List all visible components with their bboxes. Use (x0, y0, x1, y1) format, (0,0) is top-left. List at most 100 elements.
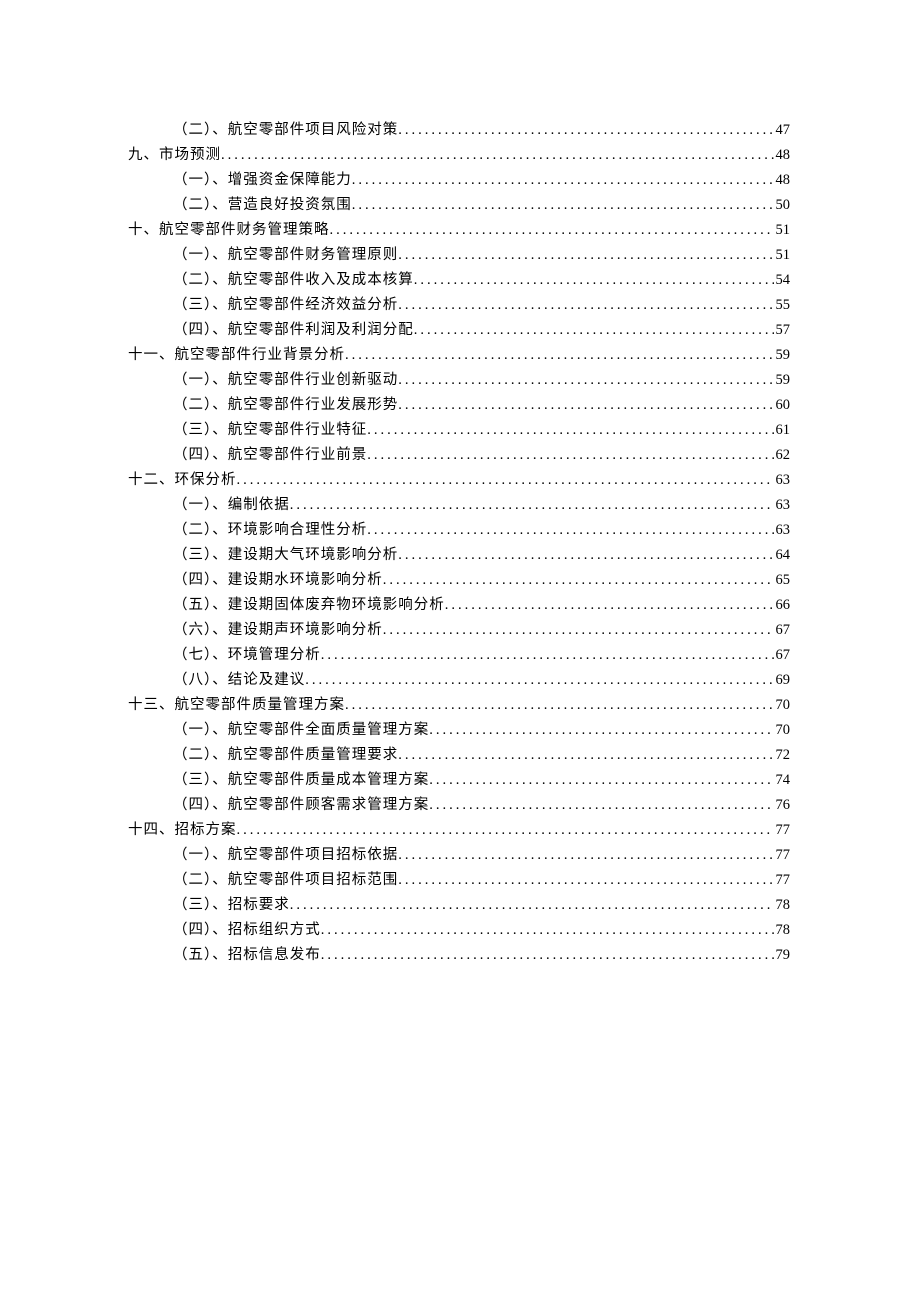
toc-entry: （一）、航空零部件项目招标依据77 (173, 843, 790, 868)
toc-entry-label: （四）、建设期水环境影响分析 (173, 568, 383, 593)
toc-entry-label: （三）、招标要求 (173, 893, 290, 918)
toc-entry-label: 十一、航空零部件行业背景分析 (128, 343, 345, 368)
toc-entry-label: （三）、建设期大气环境影响分析 (173, 543, 398, 568)
toc-entry-label: （八）、结论及建议 (173, 668, 305, 693)
toc-entry-page: 62 (774, 443, 791, 468)
toc-entry-label: （一）、航空零部件全面质量管理方案 (173, 718, 429, 743)
toc-entry: （六）、建设期声环境影响分析 67 (173, 618, 790, 643)
toc-dot-leader (352, 193, 774, 218)
toc-entry-label: （四）、招标组织方式 (173, 918, 321, 943)
toc-entry-page: 61 (774, 418, 791, 443)
toc-entry-page: 51 (774, 218, 791, 243)
toc-entry-page: 67 (774, 618, 791, 643)
toc-entry-label: （一）、增强资金保障能力 (173, 168, 352, 193)
toc-entry-page: 64 (774, 543, 791, 568)
toc-entry: 十、航空零部件财务管理策略51 (128, 218, 790, 243)
toc-entry-label: 九、市场预测 (128, 143, 221, 168)
toc-entry-page: 70 (774, 718, 791, 743)
toc-dot-leader (398, 868, 773, 893)
toc-entry: （七）、环境管理分析 67 (173, 643, 790, 668)
toc-entry-label: （五）、招标信息发布 (173, 943, 321, 968)
toc-entry-label: （二）、航空零部件行业发展形势 (173, 393, 398, 418)
toc-entry: （五）、招标信息发布 79 (173, 943, 790, 968)
toc-entry-page: 55 (774, 293, 791, 318)
toc-entry-page: 63 (774, 518, 791, 543)
toc-entry-label: （六）、建设期声环境影响分析 (173, 618, 383, 643)
toc-entry: （一）、航空零部件行业创新驱动59 (173, 368, 790, 393)
toc-dot-leader (367, 443, 773, 468)
toc-dot-leader (445, 593, 774, 618)
toc-entry-label: （一）、航空零部件行业创新驱动 (173, 368, 398, 393)
toc-entry-page: 54 (774, 268, 791, 293)
toc-entry: （三）、航空零部件质量成本管理方案 74 (173, 768, 790, 793)
toc-entry: 十二、环保分析 63 (128, 468, 790, 493)
toc-entry: （二）、航空零部件质量管理要求 72 (173, 743, 790, 768)
toc-dot-leader (321, 943, 774, 968)
toc-entry-page: 48 (774, 143, 791, 168)
toc-entry-page: 67 (774, 643, 791, 668)
table-of-contents: （二）、航空零部件项目风险对策47九、市场预测48（一）、增强资金保障能力48（… (128, 118, 790, 968)
toc-dot-leader (237, 468, 774, 493)
toc-entry-label: （三）、航空零部件质量成本管理方案 (173, 768, 429, 793)
toc-entry-label: 十三、航空零部件质量管理方案 (128, 693, 345, 718)
toc-entry: （三）、航空零部件经济效益分析 55 (173, 293, 790, 318)
toc-dot-leader (237, 818, 774, 843)
toc-entry-label: 十二、环保分析 (128, 468, 237, 493)
toc-entry: （三）、航空零部件行业特征 61 (173, 418, 790, 443)
toc-entry-label: （二）、航空零部件收入及成本核算 (173, 268, 414, 293)
toc-dot-leader (367, 518, 773, 543)
toc-entry-page: 50 (774, 193, 791, 218)
toc-entry: （一）、编制依据 63 (173, 493, 790, 518)
toc-entry-label: （四）、航空零部件顾客需求管理方案 (173, 793, 429, 818)
toc-entry-page: 77 (774, 843, 791, 868)
toc-entry-page: 63 (774, 468, 791, 493)
toc-entry-page: 60 (774, 393, 791, 418)
toc-dot-leader (398, 743, 773, 768)
toc-entry-page: 74 (774, 768, 791, 793)
toc-entry-page: 48 (774, 168, 791, 193)
toc-entry: （五）、建设期固体废弃物环境影响分析66 (173, 593, 790, 618)
toc-entry: （一）、增强资金保障能力 48 (173, 168, 790, 193)
toc-dot-leader (398, 543, 773, 568)
toc-dot-leader (330, 218, 774, 243)
toc-entry-page: 59 (774, 343, 791, 368)
toc-entry: （四）、建设期水环境影响分析65 (173, 568, 790, 593)
toc-entry: 十三、航空零部件质量管理方案70 (128, 693, 790, 718)
toc-dot-leader (398, 843, 773, 868)
toc-entry-page: 72 (774, 743, 791, 768)
toc-entry-label: （一）、编制依据 (173, 493, 290, 518)
toc-entry-page: 47 (774, 118, 791, 143)
toc-dot-leader (414, 268, 774, 293)
toc-entry: （二）、营造良好投资氛围 50 (173, 193, 790, 218)
toc-entry-label: （四）、航空零部件利润及利润分配 (173, 318, 414, 343)
toc-dot-leader (290, 893, 774, 918)
toc-dot-leader (321, 643, 774, 668)
toc-dot-leader (429, 768, 773, 793)
toc-entry-page: 76 (774, 793, 791, 818)
toc-dot-leader (398, 243, 773, 268)
toc-dot-leader (398, 368, 773, 393)
toc-entry: （四）、航空零部件顾客需求管理方案 76 (173, 793, 790, 818)
toc-entry-page: 77 (774, 818, 791, 843)
toc-dot-leader (352, 168, 774, 193)
toc-entry: （二）、航空零部件收入及成本核算 54 (173, 268, 790, 293)
toc-entry-page: 63 (774, 493, 791, 518)
toc-dot-leader (398, 118, 773, 143)
toc-entry: （二）、环境影响合理性分析63 (173, 518, 790, 543)
toc-entry-label: （一）、航空零部件财务管理原则 (173, 243, 398, 268)
toc-entry-page: 79 (774, 943, 791, 968)
document-page: （二）、航空零部件项目风险对策47九、市场预测48（一）、增强资金保障能力48（… (0, 0, 920, 968)
toc-entry: （四）、招标组织方式78 (173, 918, 790, 943)
toc-entry: （四）、航空零部件利润及利润分配57 (173, 318, 790, 343)
toc-entry-label: （二）、营造良好投资氛围 (173, 193, 352, 218)
toc-entry-label: （七）、环境管理分析 (173, 643, 321, 668)
toc-entry: （一）、航空零部件全面质量管理方案 70 (173, 718, 790, 743)
toc-entry: （二）、航空零部件项目招标范围77 (173, 868, 790, 893)
toc-entry-label: （三）、航空零部件行业特征 (173, 418, 367, 443)
toc-entry: （四）、航空零部件行业前景62 (173, 443, 790, 468)
toc-entry: （三）、建设期大气环境影响分析 64 (173, 543, 790, 568)
toc-entry: （三）、招标要求78 (173, 893, 790, 918)
toc-entry: 九、市场预测 48 (128, 143, 790, 168)
toc-entry-label: （三）、航空零部件经济效益分析 (173, 293, 398, 318)
toc-entry-label: （二）、航空零部件质量管理要求 (173, 743, 398, 768)
